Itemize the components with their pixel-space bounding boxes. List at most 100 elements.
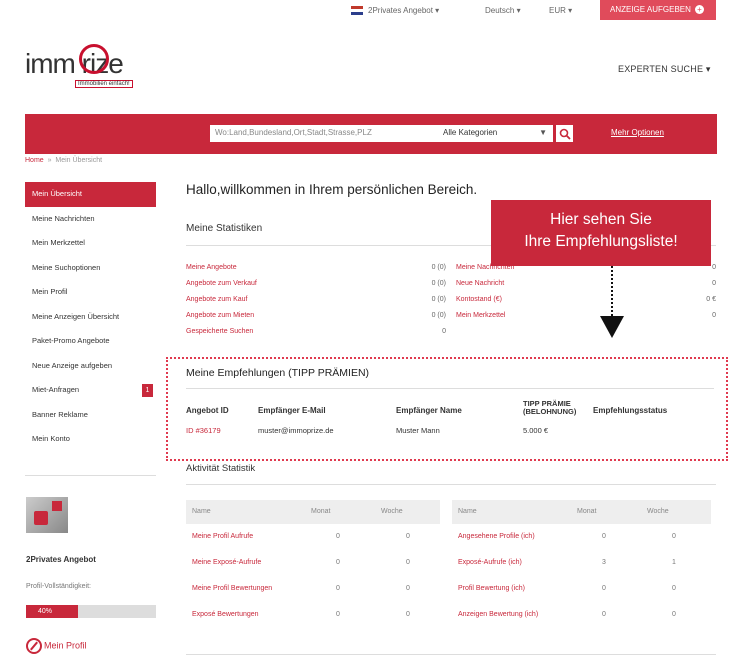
plus-icon: + [694,5,704,14]
table-row: Exposé-Aufrufe (ich) 3 1 [452,550,711,576]
stat-value: 0 [712,312,716,319]
my-profile-link[interactable]: Mein Profil [26,638,87,654]
table-cell: 0 [336,559,340,566]
divider [186,654,716,655]
stat-value: 0 [712,280,716,287]
search-button[interactable] [555,124,574,143]
table-cell: 3 [602,559,606,566]
sidebar-item-promo-packages[interactable]: Paket-Promo Angebote [25,329,156,354]
sidebar-item-label: Mein Profil [32,287,68,296]
sidebar-item-rent-requests[interactable]: Miet-Anfragen 1 [25,378,156,403]
stat-link[interactable]: Neue Nachricht [456,280,504,287]
table-row: Meine Profil Bewertungen 0 0 [186,576,440,602]
table-cell: 0 [336,585,340,592]
search-band: Wo:Land,Bundesland,Ort,Stadt,Strasse,PLZ… [25,114,717,154]
table-cell-link[interactable]: Anzeigen Bewertung (ich) [458,611,538,618]
breadcrumb: Home » Mein Übersicht [25,157,102,164]
chevron-down-icon: ▼ [539,128,547,137]
table-cell: 0 [336,611,340,618]
stat-value: 0 [442,328,446,335]
profile-menu[interactable]: 2Privates Angebot ▾ [368,6,439,15]
col-header: Woche [381,508,403,515]
stat-link[interactable]: Kontostand (€) [456,296,502,303]
table-cell: 0 [672,585,676,592]
logo-subtitle: Immobilien einfach! [75,80,133,88]
offer-id-link[interactable]: ID #36179 [186,426,221,435]
more-options-link[interactable]: Mehr Optionen [611,128,664,137]
stat-value: 0 (0) [431,312,446,319]
avatar[interactable] [26,497,68,533]
table-cell: 0 [336,533,340,540]
sidebar-item-label: Meine Anzeigen Übersicht [32,311,120,321]
stats-title: Meine Statistiken [186,223,263,234]
table-cell: 0 [602,533,606,540]
activity-title: Aktivität Statistik [186,463,256,474]
col-header-offer-id: Angebot ID [186,406,229,415]
profile-completeness-fill: 40% [26,605,78,618]
stat-link[interactable]: Angebote zum Verkauf [186,280,257,287]
stat-row: Kontostand (€) 0 € [456,296,716,303]
category-select[interactable]: Alle Kategorien ▼ [438,125,553,142]
table-cell-link[interactable]: Exposé Bewertungen [192,611,259,618]
table-cell-link[interactable]: Meine Profil Bewertungen [192,585,272,592]
stat-link[interactable]: Angebote zum Mieten [186,312,254,319]
currency-menu[interactable]: EUR ▾ [549,6,572,15]
stat-link[interactable]: Meine Angebote [186,264,237,271]
sidebar-item-watchlist[interactable]: Mein Merkzettel [25,231,156,256]
search-input[interactable]: Wo:Land,Bundesland,Ort,Stadt,Strasse,PLZ [210,125,455,142]
table-cell-link[interactable]: Meine Exposé-Aufrufe [192,559,261,566]
table-row: Meine Profil Aufrufe 0 0 [186,524,440,550]
stat-row: Angebote zum Verkauf 0 (0) [186,280,446,287]
bonus-value: 5.000 € [523,426,549,435]
table-cell: 0 [602,611,606,618]
logo[interactable]: imm rize Immobilien einfach! [25,42,155,90]
divider [186,484,716,485]
stat-value: 0 (0) [431,296,446,303]
sidebar-item-label: Paket-Promo Angebote [32,336,110,345]
stat-row: Angebote zum Mieten 0 (0) [186,312,446,319]
stat-link[interactable]: Gespeicherte Suchen [186,328,253,335]
table-cell-link[interactable]: Exposé-Aufrufe (ich) [458,559,522,566]
stat-value: 0 (0) [431,280,446,287]
sidebar-item-account[interactable]: Mein Konto [25,427,156,452]
logo-p-icon [79,44,109,74]
sidebar-item-profile[interactable]: Mein Profil [25,280,156,305]
experts-search-menu[interactable]: EXPERTEN SUCHE ▾ [618,64,711,75]
stat-link[interactable]: Angebote zum Kauf [186,296,248,303]
table-cell-link[interactable]: Meine Profil Aufrufe [192,533,253,540]
table-cell: 0 [406,585,410,592]
table-header: Name Monat Woche [452,500,711,524]
stat-row: Mein Merkzettel 0 [456,312,716,319]
stat-link[interactable]: Mein Merkzettel [456,312,505,319]
avatar-shape [52,501,62,511]
table-cell: 0 [406,611,410,618]
language-menu[interactable]: Deutsch ▾ [485,6,521,15]
sidebar-item-label: Miet-Anfragen [32,385,80,394]
post-ad-button[interactable]: ANZEIGE AUFGEBEN + [600,0,716,20]
table-cell: 0 [602,585,606,592]
profile-name: 2Privates Angebot [26,555,96,564]
stat-row: Meine Angebote 0 (0) [186,264,446,271]
table-cell: 0 [406,559,410,566]
sidebar-item-messages[interactable]: Meine Nachrichten [25,207,156,232]
col-header-status: Empfehlungsstatus [593,406,668,415]
col-header: Name [458,508,477,515]
avatar-shape [34,511,48,525]
sidebar-item-overview[interactable]: Mein Übersicht [25,182,156,207]
sidebar-item-banner-ads[interactable]: Banner Reklame [25,403,156,428]
sidebar-item-search-options[interactable]: Meine Suchoptionen [25,256,156,281]
experts-search-label: EXPERTEN SUCHE [618,64,704,74]
sidebar-item-label: Meine Nachrichten [32,213,95,223]
stat-value: 0 (0) [431,264,446,271]
sidebar-item-new-ad[interactable]: Neue Anzeige aufgeben [25,354,156,379]
col-header-name: Empfänger Name [396,406,462,415]
sidebar-item-ads-overview[interactable]: Meine Anzeigen Übersicht [25,305,156,330]
table-row: Exposé Bewertungen 0 0 [186,602,440,628]
table-cell-link[interactable]: Profil Bewertung (ich) [458,585,525,592]
table-row: Profil Bewertung (ich) 0 0 [452,576,711,602]
post-ad-label: ANZEIGE AUFGEBEN [610,5,691,14]
table-cell-link[interactable]: Angesehene Profile (ich) [458,533,535,540]
breadcrumb-home[interactable]: Home [25,157,44,164]
stat-value: 0 € [706,296,716,303]
table-cell: 1 [672,559,676,566]
